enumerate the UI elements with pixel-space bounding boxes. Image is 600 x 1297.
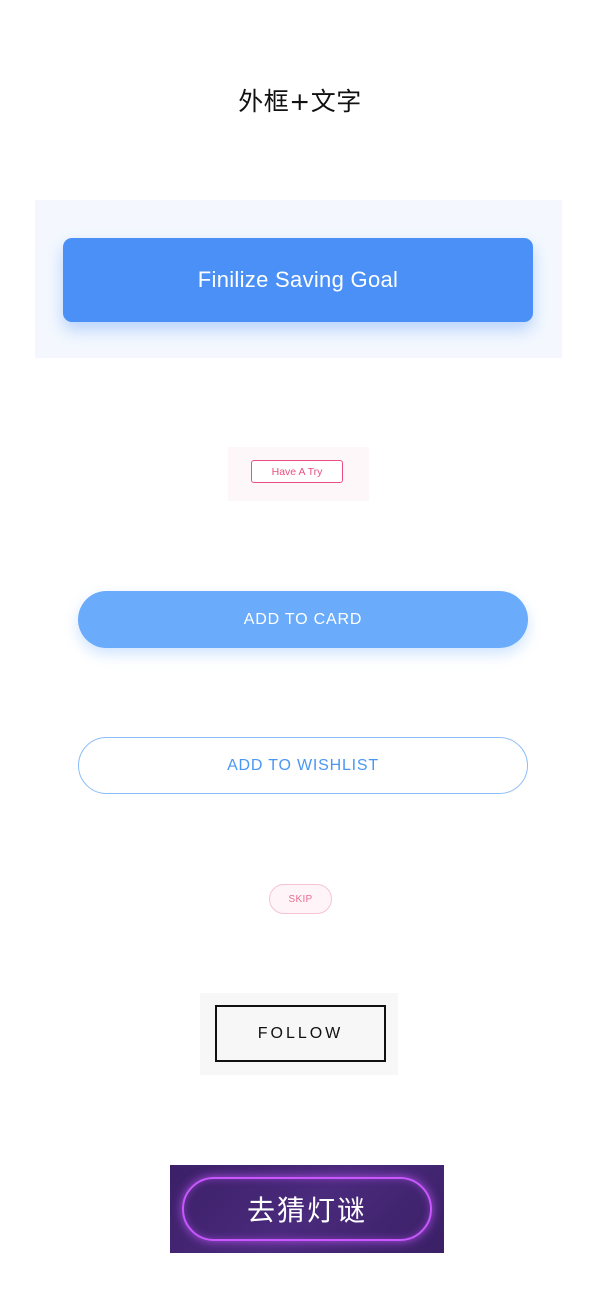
skip-button[interactable]: SKIP [269,884,332,914]
finalize-sample-panel: Finilize Saving Goal [35,200,562,358]
guess-riddle-sample-panel: 去猜灯谜 [170,1165,444,1253]
have-a-try-button[interactable]: Have A Try [251,460,343,483]
have-a-try-sample-panel: Have A Try [228,447,369,501]
add-to-wishlist-button[interactable]: ADD TO WISHLIST [78,737,528,794]
guess-riddle-button[interactable]: 去猜灯谜 [182,1177,432,1241]
follow-sample-panel: FOLLOW [200,993,398,1075]
follow-button[interactable]: FOLLOW [215,1005,386,1062]
finalize-saving-goal-button[interactable]: Finilize Saving Goal [63,238,533,322]
add-to-card-button[interactable]: ADD TO CARD [78,591,528,648]
page-title: 外框+文字 [238,87,362,116]
